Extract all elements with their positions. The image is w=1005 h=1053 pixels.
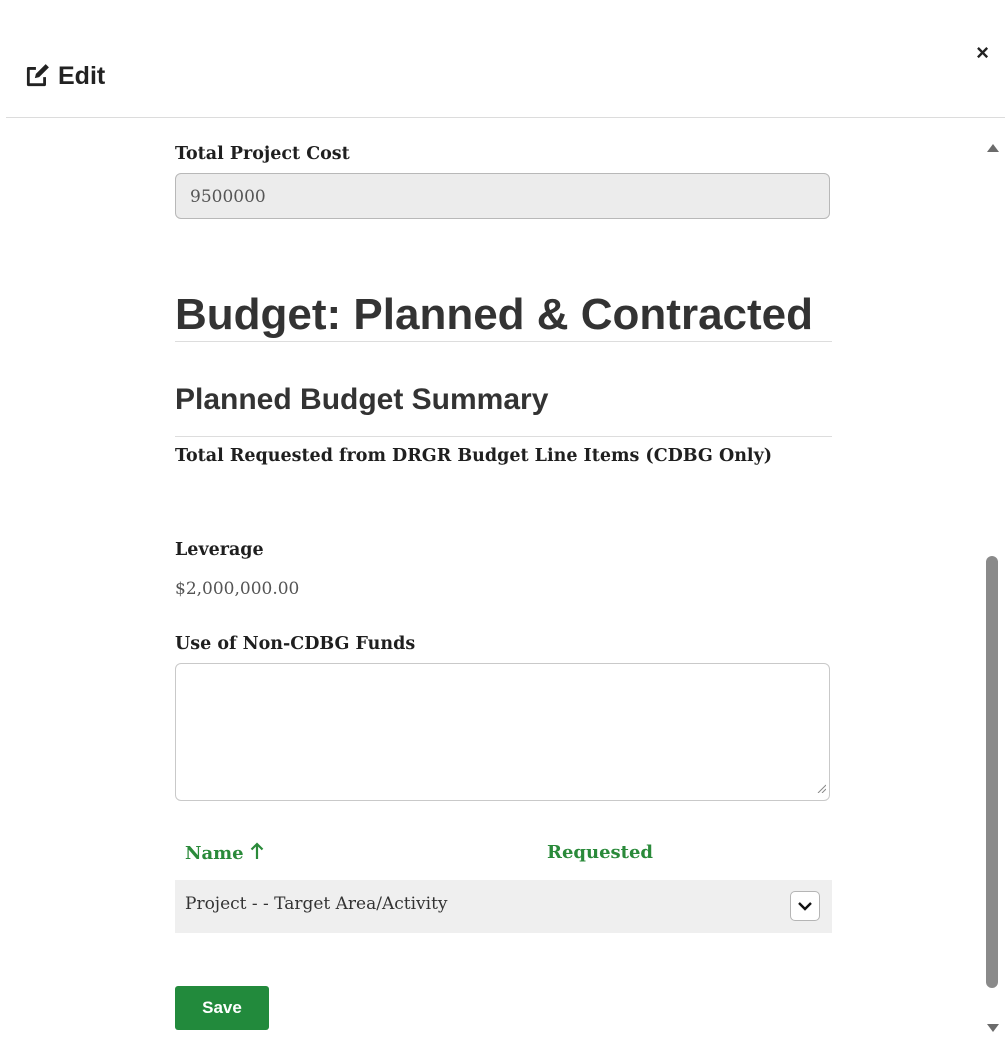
resize-grip-icon[interactable] [816,778,827,797]
scrollbar-thumb[interactable] [986,556,998,989]
non-cdbg-funds-label: Use of Non-CDBG Funds [175,634,416,654]
header-divider [6,117,1005,118]
edit-modal: Edit × Total Project Cost 9500000 Budget… [0,0,1005,1053]
total-project-cost-label: Total Project Cost [175,144,350,164]
expand-row-button[interactable] [790,891,820,921]
save-button[interactable]: Save [175,986,269,1030]
modal-title: Edit [24,58,105,94]
column-header-name[interactable]: Name [185,842,264,865]
total-requested-label: Total Requested from DRGR Budget Line It… [175,446,773,466]
non-cdbg-funds-textarea[interactable] [175,663,830,801]
table-header: Name Requested [175,842,832,872]
section-divider [175,341,832,342]
scroll-down-arrow-icon[interactable] [987,1024,999,1032]
leverage-label: Leverage [175,540,264,560]
planned-budget-summary-title: Planned Budget Summary [175,383,549,416]
edit-icon [24,63,50,89]
vertical-scrollbar[interactable] [981,136,1005,1032]
close-button[interactable]: × [976,40,989,66]
sort-ascending-icon [250,842,264,865]
row-name-cell: Project - - Target Area/Activity [185,894,448,914]
summary-divider [175,436,832,437]
column-header-requested[interactable]: Requested [547,842,653,863]
table-row: Project - - Target Area/Activity [175,880,832,933]
modal-header: Edit × [0,0,1005,118]
chevron-down-icon [797,897,813,916]
modal-title-text: Edit [58,62,106,90]
leverage-value: $2,000,000.00 [175,579,300,599]
total-project-cost-input[interactable]: 9500000 [175,173,830,219]
budget-section-title: Budget: Planned & Contracted [175,290,814,339]
scroll-up-arrow-icon[interactable] [987,144,999,152]
column-header-name-label: Name [185,843,244,864]
